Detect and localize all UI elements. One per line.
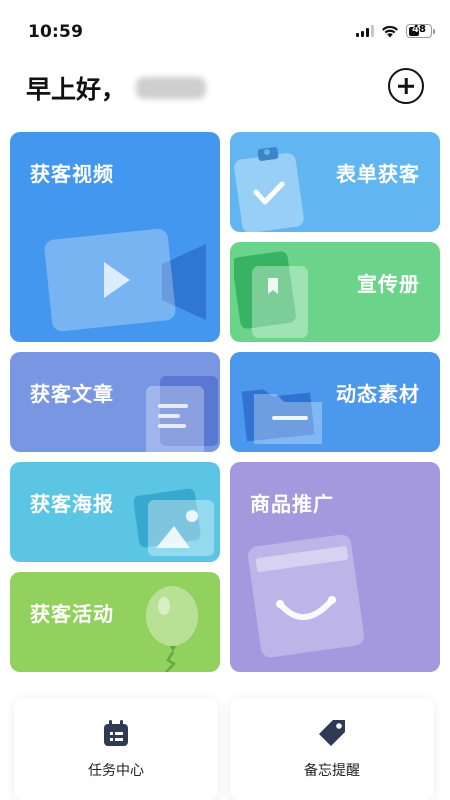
card-form-label: 表单获客	[336, 162, 420, 186]
battery-level: 48	[412, 24, 426, 35]
memo-reminder-button[interactable]: 备忘提醒	[230, 698, 434, 800]
greeting: 早上好，	[26, 70, 207, 106]
card-activity-label: 获客活动	[30, 602, 114, 626]
video-camera-icon	[44, 228, 206, 332]
greeting-text: 早上好，	[26, 75, 127, 104]
card-video-label: 获客视频	[30, 162, 114, 186]
card-form[interactable]: 表单获客	[230, 132, 440, 232]
card-material[interactable]: 动态素材	[230, 352, 440, 452]
book-icon	[234, 251, 308, 338]
shopping-bag-icon	[248, 534, 364, 658]
status-time: 10:59	[28, 22, 84, 42]
card-poster-label: 获客海报	[30, 492, 114, 516]
home-screen: 10:59 48 早上好， 获客视频 表单获客 宣传册 获客文章 动态素材 获客…	[0, 0, 450, 800]
card-poster[interactable]: 获客海报	[10, 462, 220, 562]
card-video[interactable]: 获客视频	[10, 132, 220, 342]
memo-reminder-label: 备忘提醒	[304, 763, 360, 779]
wifi-icon	[382, 25, 398, 37]
balloon-icon	[146, 586, 198, 672]
card-activity[interactable]: 获客活动	[10, 572, 220, 672]
user-name-blurred	[136, 77, 207, 99]
task-center-button[interactable]: 任务中心	[14, 698, 218, 800]
task-center-label: 任务中心	[88, 763, 144, 779]
image-icon	[134, 488, 214, 556]
card-material-label: 动态素材	[336, 382, 420, 406]
tag-icon	[319, 720, 345, 746]
clipboard-check-icon	[234, 147, 304, 232]
card-brochure[interactable]: 宣传册	[230, 242, 440, 342]
card-brochure-label: 宣传册	[357, 272, 420, 296]
folder-icon	[241, 389, 322, 444]
card-article[interactable]: 获客文章	[10, 352, 220, 452]
document-icon	[146, 376, 218, 452]
card-product[interactable]: 商品推广	[230, 462, 440, 672]
cellular-signal-icon	[356, 25, 374, 37]
status-bar: 10:59 48	[0, 0, 450, 54]
card-product-label: 商品推广	[250, 492, 334, 516]
status-indicators: 48	[356, 24, 435, 38]
calendar-icon	[104, 720, 128, 746]
battery-icon: 48	[406, 24, 435, 38]
add-button[interactable]	[388, 68, 424, 104]
card-article-label: 获客文章	[30, 382, 114, 406]
